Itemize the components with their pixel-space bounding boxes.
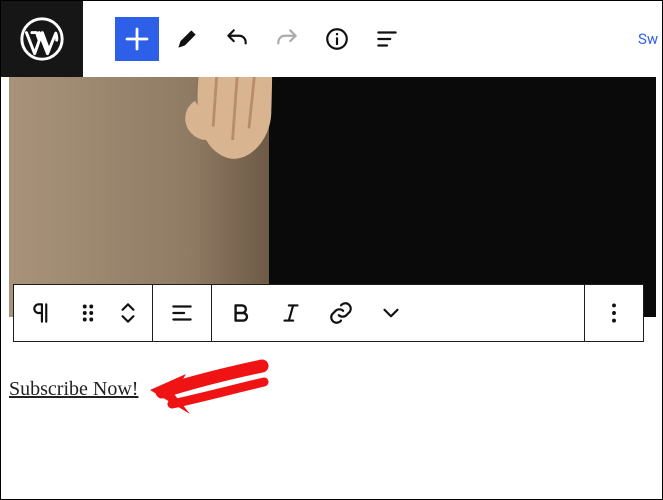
- block-options-button[interactable]: [589, 285, 639, 341]
- switch-mode-link[interactable]: Sw: [638, 30, 662, 48]
- details-button[interactable]: [315, 17, 359, 61]
- drag-handle-icon: [75, 300, 101, 326]
- subscribe-link[interactable]: Subscribe Now!: [9, 378, 138, 401]
- italic-button[interactable]: [266, 285, 316, 341]
- redo-icon: [274, 26, 300, 52]
- plus-icon: [122, 24, 152, 54]
- align-left-icon: [169, 300, 195, 326]
- block-type-button[interactable]: [18, 285, 68, 341]
- undo-button[interactable]: [215, 17, 259, 61]
- pencil-icon: [174, 26, 200, 52]
- editor-topbar: Sw: [1, 1, 662, 77]
- add-block-button[interactable]: [115, 17, 159, 61]
- more-formatting-button[interactable]: [366, 285, 416, 341]
- block-movers-button[interactable]: [108, 285, 148, 341]
- undo-icon: [224, 26, 250, 52]
- edit-mode-button[interactable]: [165, 17, 209, 61]
- chevron-down-icon: [378, 300, 404, 326]
- pilcrow-icon: [30, 300, 56, 326]
- annotation-arrow: [144, 354, 274, 444]
- more-vertical-icon: [601, 300, 627, 326]
- drag-handle-button[interactable]: [68, 285, 108, 341]
- image-hand: [128, 77, 335, 222]
- link-icon: [328, 300, 354, 326]
- block-toolbar: [13, 284, 644, 342]
- bold-icon: [228, 300, 254, 326]
- wordpress-logo[interactable]: [1, 1, 83, 77]
- cover-image-block[interactable]: [9, 77, 656, 317]
- link-button[interactable]: [316, 285, 366, 341]
- up-down-chevron-icon: [115, 300, 141, 326]
- redo-button[interactable]: [265, 17, 309, 61]
- bold-button[interactable]: [216, 285, 266, 341]
- list-view-button[interactable]: [365, 17, 409, 61]
- info-icon: [324, 26, 350, 52]
- list-outline-icon: [374, 26, 400, 52]
- align-button[interactable]: [157, 285, 207, 341]
- italic-icon: [278, 300, 304, 326]
